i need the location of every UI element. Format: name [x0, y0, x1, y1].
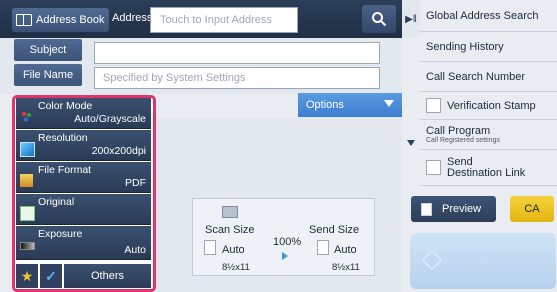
start-label: Start [473, 256, 493, 266]
file-name-label-text: File Name [22, 69, 74, 81]
arrow-right-icon [282, 252, 288, 260]
options-label: Options [306, 99, 344, 111]
resolution-value: 200x200dpi [91, 145, 146, 157]
preview-button[interactable]: Preview [411, 196, 496, 222]
search-button[interactable] [362, 5, 396, 33]
clear-all-button[interactable]: CA [510, 196, 554, 222]
global-address-search-button[interactable]: Global Address Search [420, 0, 557, 32]
options-button[interactable]: Options [298, 93, 402, 117]
send-size-value: Auto [334, 244, 357, 256]
color-mode-value: Auto/Grayscale [74, 113, 146, 125]
verification-stamp-checkbox[interactable] [426, 98, 441, 113]
original-label: Original [38, 196, 75, 208]
original-icon [20, 206, 35, 221]
send-destination-link-label-1: Send [447, 155, 473, 168]
scan-size-label: Scan Size [205, 224, 255, 236]
send-page-icon [317, 240, 329, 255]
sending-history-label: Sending History [426, 40, 504, 53]
scroll-down-button[interactable] [402, 134, 420, 152]
color-mode-setting[interactable]: Color Mode Auto/Grayscale [16, 98, 151, 129]
chevron-down-icon [407, 140, 415, 146]
ca-label: CA [524, 203, 540, 215]
call-search-number-button[interactable]: Call Search Number [420, 62, 557, 92]
file-name-input[interactable]: Specified by System Settings [94, 67, 380, 89]
address-book-button[interactable]: Address Book [12, 8, 109, 32]
others-button[interactable]: Others [64, 264, 151, 288]
call-program-button[interactable]: Call Program Call Registered settings [420, 120, 557, 150]
search-icon [372, 12, 387, 27]
send-destination-link-toggle[interactable]: Send Destination Link [420, 150, 557, 186]
original-setting[interactable]: Original [16, 194, 151, 225]
global-address-search-label: Global Address Search [426, 9, 539, 22]
file-name-placeholder: Specified by System Settings [103, 72, 246, 84]
resolution-setting[interactable]: Resolution 200x200dpi [16, 130, 151, 161]
start-button[interactable]: Start [410, 233, 556, 289]
call-search-number-label: Call Search Number [426, 70, 526, 83]
subject-input[interactable] [94, 42, 380, 64]
chevron-down-icon [384, 100, 394, 107]
verification-stamp-toggle[interactable]: Verification Stamp [420, 92, 557, 120]
sending-history-button[interactable]: Sending History [420, 32, 557, 62]
call-program-label: Call Program [426, 125, 491, 137]
scan-size-value: Auto [222, 244, 245, 256]
star-icon: ★ [20, 267, 34, 284]
file-format-label: File Format [38, 164, 92, 176]
scan-size-paper: 8½x11 [222, 262, 250, 273]
address-book-label: Address Book [36, 14, 105, 26]
exposure-value: Auto [124, 244, 146, 256]
preview-label: Preview [442, 203, 482, 215]
send-size-paper: 8½x11 [332, 262, 360, 273]
file-name-label: File Name [14, 64, 82, 86]
call-program-sublabel: Call Registered settings [426, 137, 500, 144]
exposure-icon [20, 242, 35, 250]
checkmark-icon: ✓ [45, 267, 57, 284]
expand-panel-toggle[interactable]: ▶‖ [402, 0, 420, 38]
favorites-tab[interactable]: ★ [16, 264, 38, 288]
exposure-setting[interactable]: Exposure Auto [16, 226, 151, 260]
address-label: Address [112, 12, 153, 24]
play-right-icon: ▶‖ [405, 13, 417, 25]
file-format-icon [20, 174, 33, 187]
file-format-setting[interactable]: File Format PDF [16, 162, 151, 193]
file-format-value: PDF [125, 177, 146, 189]
address-book-icon [16, 14, 32, 26]
verification-stamp-label: Verification Stamp [447, 99, 536, 112]
color-mode-label: Color Mode [38, 100, 93, 112]
send-destination-link-label-2: Destination Link [447, 166, 526, 179]
send-size-label: Send Size [309, 224, 360, 236]
scan-page-icon [204, 240, 216, 255]
resolution-icon [20, 142, 35, 157]
scanner-icon [222, 206, 238, 218]
send-destination-link-checkbox[interactable] [426, 160, 441, 175]
others-label: Others [90, 270, 124, 282]
color-mode-icon [20, 110, 33, 123]
resolution-label: Resolution [38, 132, 88, 144]
address-input[interactable]: Touch to Input Address [150, 7, 298, 33]
address-placeholder: Touch to Input Address [160, 14, 272, 26]
preview-icon [421, 202, 432, 216]
checked-settings-tab[interactable]: ✓ [40, 264, 62, 288]
send-destination-link-text: Send Destination Link [447, 155, 526, 179]
subject-label: Subject [14, 39, 82, 61]
subject-label-text: Subject [29, 44, 67, 56]
start-icon [422, 250, 442, 270]
ratio-value: 100% [273, 236, 302, 248]
exposure-label: Exposure [38, 228, 83, 240]
